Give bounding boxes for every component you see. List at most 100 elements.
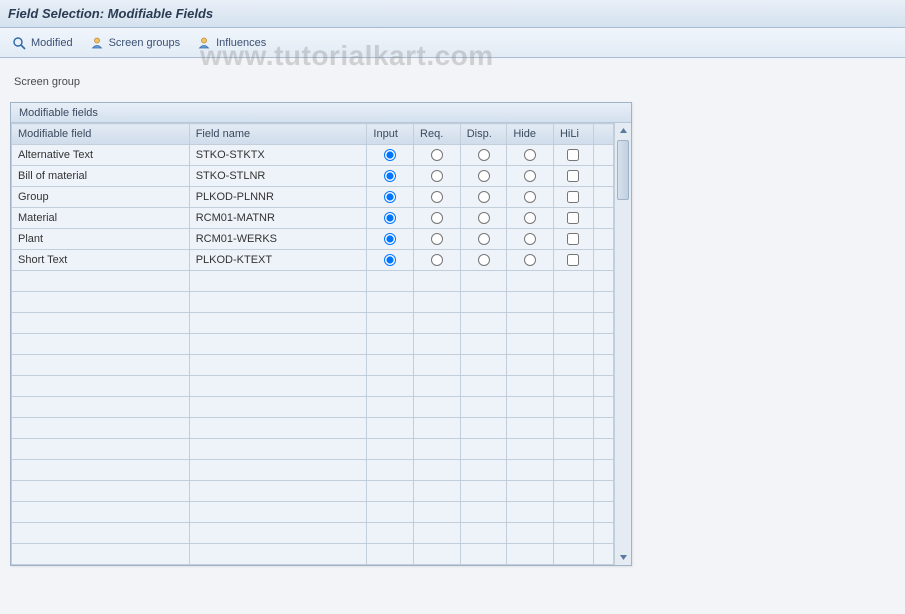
radio-input[interactable] <box>384 254 396 266</box>
scroll-thumb[interactable] <box>617 140 629 200</box>
table-row <box>12 523 614 544</box>
table-row: PlantRCM01-WERKS <box>12 229 614 250</box>
checkbox-hili[interactable] <box>567 149 579 161</box>
cell-field-name: PLKOD-PLNNR <box>189 187 367 208</box>
cell-modifiable: Plant <box>12 229 190 250</box>
cell-req <box>414 166 461 187</box>
cell-corner <box>593 208 613 229</box>
radio-hide[interactable] <box>524 212 536 224</box>
cell-corner <box>593 187 613 208</box>
cell-modifiable: Bill of material <box>12 166 190 187</box>
cell-input <box>367 250 414 271</box>
cell-hili <box>553 250 593 271</box>
cell-field-name: STKO-STLNR <box>189 166 367 187</box>
influences-button[interactable]: Influences <box>191 32 275 54</box>
col-hili[interactable]: HiLi <box>553 124 593 145</box>
checkbox-hili[interactable] <box>567 191 579 203</box>
modifiable-fields-panel: Modifiable fields Modifiable field Field… <box>10 102 632 566</box>
table-row <box>12 481 614 502</box>
table-row <box>12 418 614 439</box>
cell-modifiable: Alternative Text <box>12 145 190 166</box>
radio-disp[interactable] <box>478 191 490 203</box>
cell-modifiable: Material <box>12 208 190 229</box>
window-title: Field Selection: Modifiable Fields <box>8 6 213 21</box>
radio-disp[interactable] <box>478 149 490 161</box>
table-row: GroupPLKOD-PLNNR <box>12 187 614 208</box>
header-row: Modifiable field Field name Input Req. D… <box>12 124 614 145</box>
cell-corner <box>593 229 613 250</box>
radio-input[interactable] <box>384 149 396 161</box>
col-field-name[interactable]: Field name <box>189 124 367 145</box>
checkbox-hili[interactable] <box>567 254 579 266</box>
cell-hide <box>507 166 554 187</box>
cell-hide <box>507 145 554 166</box>
radio-disp[interactable] <box>478 212 490 224</box>
screen-groups-button-label: Screen groups <box>109 37 181 49</box>
radio-hide[interactable] <box>524 233 536 245</box>
content-area: Screen group Modifiable fields Modifiabl… <box>0 58 905 566</box>
radio-req[interactable] <box>431 254 443 266</box>
radio-req[interactable] <box>431 149 443 161</box>
cell-req <box>414 208 461 229</box>
influences-button-label: Influences <box>216 37 266 49</box>
toolbar: Modified Screen groups Influences <box>0 28 905 58</box>
table-row: Alternative TextSTKO-STKTX <box>12 145 614 166</box>
col-req[interactable]: Req. <box>414 124 461 145</box>
cell-req <box>414 145 461 166</box>
radio-hide[interactable] <box>524 254 536 266</box>
cell-disp <box>460 166 507 187</box>
table-row: Bill of materialSTKO-STLNR <box>12 166 614 187</box>
checkbox-hili[interactable] <box>567 233 579 245</box>
cell-hide <box>507 208 554 229</box>
radio-input[interactable] <box>384 212 396 224</box>
cell-input <box>367 208 414 229</box>
cell-field-name: RCM01-WERKS <box>189 229 367 250</box>
cell-req <box>414 229 461 250</box>
cell-input <box>367 187 414 208</box>
radio-disp[interactable] <box>478 254 490 266</box>
cell-corner <box>593 145 613 166</box>
checkbox-hili[interactable] <box>567 212 579 224</box>
cell-hide <box>507 187 554 208</box>
col-disp[interactable]: Disp. <box>460 124 507 145</box>
radio-disp[interactable] <box>478 170 490 182</box>
person-icon <box>89 35 105 51</box>
cell-req <box>414 250 461 271</box>
window-title-bar: Field Selection: Modifiable Fields <box>0 0 905 28</box>
cell-disp <box>460 187 507 208</box>
table-row <box>12 334 614 355</box>
cell-input <box>367 229 414 250</box>
screen-groups-button[interactable]: Screen groups <box>84 32 190 54</box>
scroll-up-icon[interactable] <box>616 123 631 138</box>
vertical-scrollbar[interactable] <box>614 123 631 565</box>
radio-input[interactable] <box>384 170 396 182</box>
col-modifiable-field[interactable]: Modifiable field <box>12 124 190 145</box>
radio-req[interactable] <box>431 191 443 203</box>
modified-button-label: Modified <box>31 37 73 49</box>
cell-hili <box>553 229 593 250</box>
fields-grid: Modifiable field Field name Input Req. D… <box>11 123 614 565</box>
panel-title: Modifiable fields <box>11 103 631 123</box>
col-hide[interactable]: Hide <box>507 124 554 145</box>
radio-hide[interactable] <box>524 170 536 182</box>
radio-req[interactable] <box>431 170 443 182</box>
checkbox-hili[interactable] <box>567 170 579 182</box>
radio-disp[interactable] <box>478 233 490 245</box>
cell-modifiable: Group <box>12 187 190 208</box>
radio-hide[interactable] <box>524 191 536 203</box>
table-row <box>12 292 614 313</box>
col-input[interactable]: Input <box>367 124 414 145</box>
radio-input[interactable] <box>384 191 396 203</box>
radio-hide[interactable] <box>524 149 536 161</box>
cell-hili <box>553 187 593 208</box>
radio-req[interactable] <box>431 233 443 245</box>
radio-req[interactable] <box>431 212 443 224</box>
scroll-track[interactable] <box>615 138 631 550</box>
radio-input[interactable] <box>384 233 396 245</box>
modified-button[interactable]: Modified <box>6 32 82 54</box>
scroll-down-icon[interactable] <box>616 550 631 565</box>
col-corner <box>593 124 613 145</box>
table-row <box>12 439 614 460</box>
cell-field-name: PLKOD-KTEXT <box>189 250 367 271</box>
cell-input <box>367 166 414 187</box>
